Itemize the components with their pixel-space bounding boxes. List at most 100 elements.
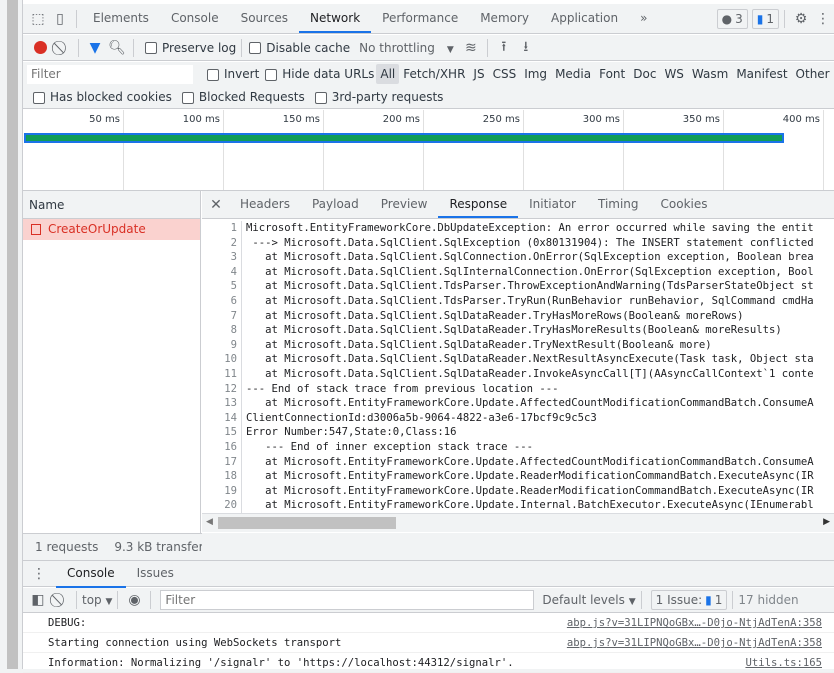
- request-timing-bar[interactable]: [24, 133, 784, 143]
- tab-cookies[interactable]: Cookies: [650, 191, 719, 218]
- live-expression-eye-icon[interactable]: ◉: [123, 589, 145, 611]
- filter-type-img[interactable]: Img: [520, 64, 551, 84]
- more-tabs-button[interactable]: »: [629, 4, 658, 33]
- response-line: 10 at Microsoft.Data.SqlClient.SqlDataRe…: [202, 352, 834, 367]
- response-line: 19 at Microsoft.EntityFrameworkCore.Upda…: [202, 484, 834, 499]
- tab-performance[interactable]: Performance: [371, 4, 469, 33]
- tab-timing[interactable]: Timing: [587, 191, 650, 218]
- timeline-tick-label: 400 ms: [760, 114, 820, 125]
- search-icon[interactable]: 🔍︎: [106, 37, 128, 59]
- timeline-tick-label: 150 ms: [260, 114, 320, 125]
- line-text: at Microsoft.Data.SqlClient.SqlDataReade…: [242, 323, 782, 338]
- detail-status-area: [202, 533, 834, 560]
- page-scroll-area: [0, 0, 22, 669]
- hide-data-urls-checkbox[interactable]: Hide data URLs: [259, 67, 374, 81]
- transferred-size: 9.3 kB transferred: [114, 540, 202, 554]
- settings-gear-icon[interactable]: ⚙: [790, 8, 812, 30]
- filter-type-other[interactable]: Other: [792, 64, 834, 84]
- filter-type-all[interactable]: All: [376, 64, 399, 84]
- drawer-tab-console[interactable]: Console: [56, 559, 126, 588]
- device-toolbar-icon[interactable]: ▯: [49, 8, 71, 30]
- response-line: 9 at Microsoft.Data.SqlClient.SqlDataRea…: [202, 338, 834, 353]
- tab-payload[interactable]: Payload: [301, 191, 370, 218]
- timeline-gridline: [523, 110, 524, 190]
- line-text: ClientConnectionId:d3006a5b-9064-4822-a3…: [242, 411, 597, 426]
- name-column-header[interactable]: Name: [23, 191, 200, 219]
- filter-input[interactable]: [27, 65, 193, 84]
- line-number: 3: [202, 250, 242, 265]
- line-text: ---> Microsoft.Data.SqlClient.SqlExcepti…: [242, 236, 814, 251]
- messages-badge[interactable]: ▮1: [752, 9, 779, 29]
- blocked-requests-checkbox[interactable]: Blocked Requests: [176, 90, 305, 104]
- page-scrollbar[interactable]: [7, 0, 18, 669]
- tab-preview[interactable]: Preview: [370, 191, 439, 218]
- line-number: 13: [202, 396, 242, 411]
- tab-network[interactable]: Network: [299, 4, 371, 33]
- preserve-log-checkbox[interactable]: Preserve log: [139, 41, 236, 55]
- scrollbar-thumb[interactable]: [218, 517, 396, 529]
- scroll-left-icon[interactable]: ◀: [206, 517, 213, 527]
- export-har-icon[interactable]: ⭳: [515, 37, 537, 59]
- line-number: 7: [202, 309, 242, 324]
- filter-type-media[interactable]: Media: [551, 64, 595, 84]
- record-button[interactable]: [29, 37, 51, 59]
- drawer-menu-icon[interactable]: ⋮: [28, 563, 50, 585]
- drawer-tab-issues[interactable]: Issues: [126, 559, 185, 588]
- message-source-link[interactable]: Utils.ts:165: [745, 653, 822, 673]
- line-number: 18: [202, 469, 242, 484]
- tab-response[interactable]: Response: [438, 191, 518, 218]
- chevron-down-icon: ▼: [447, 45, 454, 55]
- clear-icon[interactable]: ⃠: [51, 37, 73, 59]
- timeline-gridline: [323, 110, 324, 190]
- filter-type-doc[interactable]: Doc: [629, 64, 660, 84]
- request-count: 1 requests: [35, 540, 98, 554]
- disable-cache-checkbox[interactable]: Disable cache: [247, 41, 350, 55]
- response-line: 12--- End of stack trace from previous l…: [202, 382, 834, 397]
- inspect-element-icon[interactable]: ⬚: [27, 8, 49, 30]
- tab-sources[interactable]: Sources: [230, 4, 299, 33]
- issues-button[interactable]: 1 Issue:▮1: [651, 590, 728, 610]
- filter-type-fetch-xhr[interactable]: Fetch/XHR: [399, 64, 469, 84]
- tab-console[interactable]: Console: [160, 4, 230, 33]
- console-sidebar-icon[interactable]: ◧: [27, 589, 49, 611]
- filter-type-wasm[interactable]: Wasm: [688, 64, 732, 84]
- filter-type-ws[interactable]: WS: [660, 64, 687, 84]
- message-text: DEBUG:: [48, 617, 86, 629]
- request-row[interactable]: CreateOrUpdate: [23, 219, 200, 240]
- close-icon[interactable]: ✕: [205, 194, 227, 216]
- response-line: 17 at Microsoft.EntityFrameworkCore.Upda…: [202, 455, 834, 470]
- third-party-checkbox[interactable]: 3rd-party requests: [309, 90, 444, 104]
- filter-type-css[interactable]: CSS: [489, 64, 521, 84]
- filter-funnel-icon[interactable]: ▼: [84, 37, 106, 59]
- filter-type-font[interactable]: Font: [595, 64, 629, 84]
- network-overview-timeline[interactable]: 50 ms100 ms150 ms200 ms250 ms300 ms350 m…: [23, 110, 834, 191]
- has-blocked-cookies-checkbox[interactable]: Has blocked cookies: [27, 90, 172, 104]
- response-line: 14ClientConnectionId:d3006a5b-9064-4822-…: [202, 411, 834, 426]
- filter-type-manifest[interactable]: Manifest: [732, 64, 791, 84]
- clear-console-icon[interactable]: ⃠: [49, 589, 71, 611]
- console-filter-input[interactable]: [160, 590, 534, 610]
- tab-memory[interactable]: Memory: [469, 4, 540, 33]
- throttling-select[interactable]: No throttling▼: [359, 41, 454, 55]
- tab-elements[interactable]: Elements: [82, 4, 160, 33]
- line-text: at Microsoft.Data.SqlClient.SqlConnectio…: [242, 250, 814, 265]
- message-source-link[interactable]: abp.js?v=31LIPNQoGBx…-D0jo-NtjAdTenA:358: [567, 633, 822, 653]
- context-select[interactable]: top ▼: [82, 593, 112, 607]
- tab-application[interactable]: Application: [540, 4, 629, 33]
- filter-type-js[interactable]: JS: [469, 64, 488, 84]
- scroll-right-icon[interactable]: ▶: [823, 517, 830, 527]
- network-conditions-icon[interactable]: ≋: [460, 37, 482, 59]
- errors-badge[interactable]: ●3: [717, 9, 748, 29]
- tab-initiator[interactable]: Initiator: [518, 191, 587, 218]
- response-body[interactable]: 1Microsoft.EntityFrameworkCore.DbUpdateE…: [202, 221, 834, 513]
- invert-checkbox[interactable]: Invert: [201, 67, 259, 81]
- more-options-icon[interactable]: ⋮: [812, 8, 834, 30]
- timeline-gridline: [823, 110, 824, 190]
- message-source-link[interactable]: abp.js?v=31LIPNQoGBx…-D0jo-NtjAdTenA:358: [567, 613, 822, 633]
- log-levels-select[interactable]: Default levels ▼: [542, 593, 635, 607]
- timeline-gridline: [423, 110, 424, 190]
- tab-headers[interactable]: Headers: [229, 191, 301, 218]
- line-number: 11: [202, 367, 242, 382]
- import-har-icon[interactable]: ⭱: [493, 37, 515, 59]
- horizontal-scrollbar[interactable]: ◀▶: [202, 513, 834, 532]
